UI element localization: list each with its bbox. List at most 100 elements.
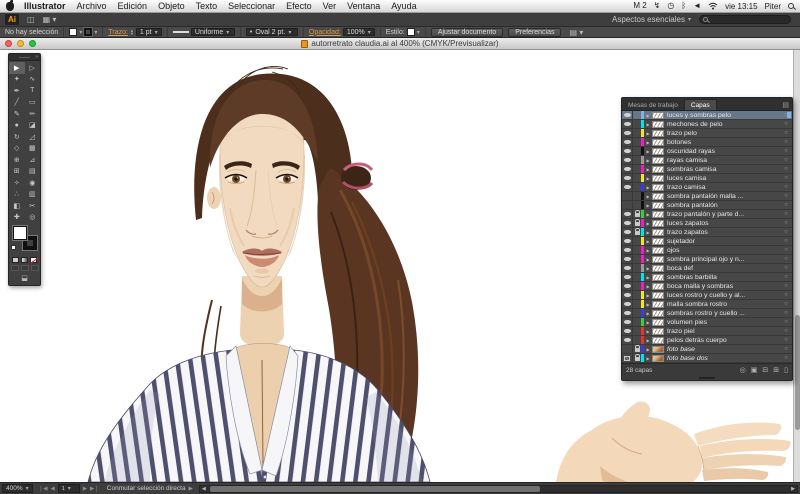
column-graph-tool[interactable]: ▥ [25,189,41,201]
layer-name[interactable]: sombra pantalón [667,202,780,209]
layer-row[interactable]: ▶ botones ○ [622,138,792,147]
panel-options-icon[interactable]: ▤ ▾ [569,28,583,37]
layer-row[interactable]: ▶ oscuridad rayas ○ [622,147,792,156]
menu-user[interactable]: Piter [765,2,781,11]
stroke-width-field[interactable]: 1 pt ▾ [135,28,162,36]
fill-color-swatch[interactable] [69,28,78,36]
visibility-toggle[interactable] [622,336,633,344]
visibility-toggle[interactable] [622,147,633,155]
stroke-profile-select[interactable]: Uniforme ▾ [168,27,241,37]
line-segment-tool[interactable]: ╱ [9,97,25,109]
layer-row[interactable]: ▶ luces rostro y cuello y al... ○ [622,291,792,300]
menu-item-texto[interactable]: Texto [196,1,218,11]
scroll-right-icon[interactable]: ▶ [789,486,797,492]
width-tool[interactable]: ◇ [9,143,25,155]
screen-mode-button[interactable]: ⬓ [21,274,28,282]
shape-builder-tool[interactable]: ⊕ [9,154,25,166]
lock-toggle[interactable] [633,165,641,173]
layer-name[interactable]: foto base [667,346,780,353]
visibility-toggle[interactable] [622,327,633,335]
layer-name[interactable]: malla sombra rostro [667,301,780,308]
layer-name[interactable]: sombras camisa [667,166,780,173]
lock-toggle[interactable] [633,201,641,209]
draw-inside-button[interactable] [30,265,39,271]
lock-toggle[interactable] [633,300,641,308]
visibility-toggle[interactable] [622,282,633,290]
graphic-style-swatch[interactable] [406,28,415,36]
layer-name[interactable]: sombra principal ojo y n... [667,256,780,263]
lock-toggle[interactable] [633,210,641,218]
layer-name[interactable]: boca malla y sombras [667,283,780,290]
layer-row[interactable]: ▶ sombra pantalón ○ [622,201,792,210]
delete-layer-icon[interactable]: ▯ [784,366,788,374]
gradient-mode-button[interactable] [21,257,28,263]
menu-item-edición[interactable]: Edición [118,1,148,11]
target-circle-icon[interactable]: ○ [780,166,792,172]
layer-row[interactable]: ▶ trazo pantalón y parte d... ○ [622,210,792,219]
draw-normal-button[interactable] [10,265,19,271]
layer-row[interactable]: ▶ boca def ○ [622,264,792,273]
mesh-tool[interactable]: ⊞ [9,166,25,178]
artboard-number-field[interactable]: 1 ▾ [57,484,80,493]
visibility-toggle[interactable] [622,228,633,236]
arrange-documents-icon[interactable]: ▦ ▾ [43,15,57,24]
lock-toggle[interactable] [633,291,641,299]
layer-row[interactable]: ▶ foto base ○ [622,345,792,354]
lock-toggle[interactable] [633,138,641,146]
menu-item-ver[interactable]: Ver [323,1,337,11]
expand-triangle-icon[interactable]: ▶ [644,167,652,172]
rectangle-tool[interactable]: ▭ [25,97,41,109]
free-transform-tool[interactable]: ▦ [25,143,41,155]
target-circle-icon[interactable]: ○ [780,319,792,325]
sync-icon[interactable]: ↯ [654,1,661,11]
layer-name[interactable]: oscuridad rayas [667,148,780,155]
selection-tool[interactable]: ▶ [9,62,25,74]
layer-row[interactable]: ▶ ojos ○ [622,246,792,255]
expand-triangle-icon[interactable]: ▶ [644,248,652,253]
pen-tool[interactable]: ✒ [9,85,25,97]
target-circle-icon[interactable]: ○ [780,238,792,244]
menu-item-efecto[interactable]: Efecto [286,1,312,11]
layer-name[interactable]: mechones de pelo [667,121,780,128]
gradient-tool[interactable]: ▤ [25,166,41,178]
target-circle-icon[interactable]: ○ [780,184,792,190]
layer-name[interactable]: trazo zapatos [667,229,780,236]
zoom-level-select[interactable]: 400% ▾ [2,484,33,493]
layer-name[interactable]: sombras barbilla [667,274,780,281]
time-machine-icon[interactable]: ◷ [667,1,674,11]
spotlight-icon[interactable] [788,3,794,9]
visibility-toggle[interactable] [622,246,633,254]
search-input[interactable] [699,15,791,24]
lock-toggle[interactable] [633,111,641,119]
vertical-scrollbar-thumb[interactable] [795,315,800,430]
target-circle-icon[interactable]: ○ [780,256,792,262]
horizontal-scrollbar[interactable]: ◀ ▶ [198,484,798,493]
perspective-grid-tool[interactable]: ⊿ [25,154,41,166]
lock-toggle[interactable] [633,246,641,254]
target-circle-icon[interactable]: ○ [780,274,792,280]
layer-row[interactable]: ▶ sombras barbilla ○ [622,273,792,282]
layer-name[interactable]: rayas camisa [667,157,780,164]
chevron-down-icon[interactable]: ▾ [79,29,82,36]
target-circle-icon[interactable]: ○ [780,328,792,334]
blob-brush-tool[interactable]: ● [9,120,25,132]
stroke-color-swatch[interactable] [83,27,94,37]
target-circle-icon[interactable]: ○ [780,346,792,352]
next-artboard-icon[interactable]: ▶ [83,486,87,492]
target-circle-icon[interactable]: ○ [780,229,792,235]
layer-name[interactable]: volumen pies [667,319,780,326]
layer-row[interactable]: ▶ sombra pantalón malla ... ○ [622,192,792,201]
target-circle-icon[interactable]: ○ [780,220,792,226]
expand-triangle-icon[interactable]: ▶ [644,140,652,145]
lock-toggle[interactable] [633,192,641,200]
visibility-toggle[interactable] [622,318,633,326]
layer-name[interactable]: trazo piel [667,328,780,335]
expand-triangle-icon[interactable]: ▶ [644,149,652,154]
visibility-toggle[interactable] [622,156,633,164]
layer-row[interactable]: ▶ sombra principal ojo y n... ○ [622,255,792,264]
lock-toggle[interactable] [633,219,641,227]
expand-triangle-icon[interactable]: ▶ [644,194,652,199]
visibility-toggle[interactable] [622,309,633,317]
layer-row[interactable]: ▶ sujetador ○ [622,237,792,246]
layer-name[interactable]: luces zapatos [667,220,780,227]
